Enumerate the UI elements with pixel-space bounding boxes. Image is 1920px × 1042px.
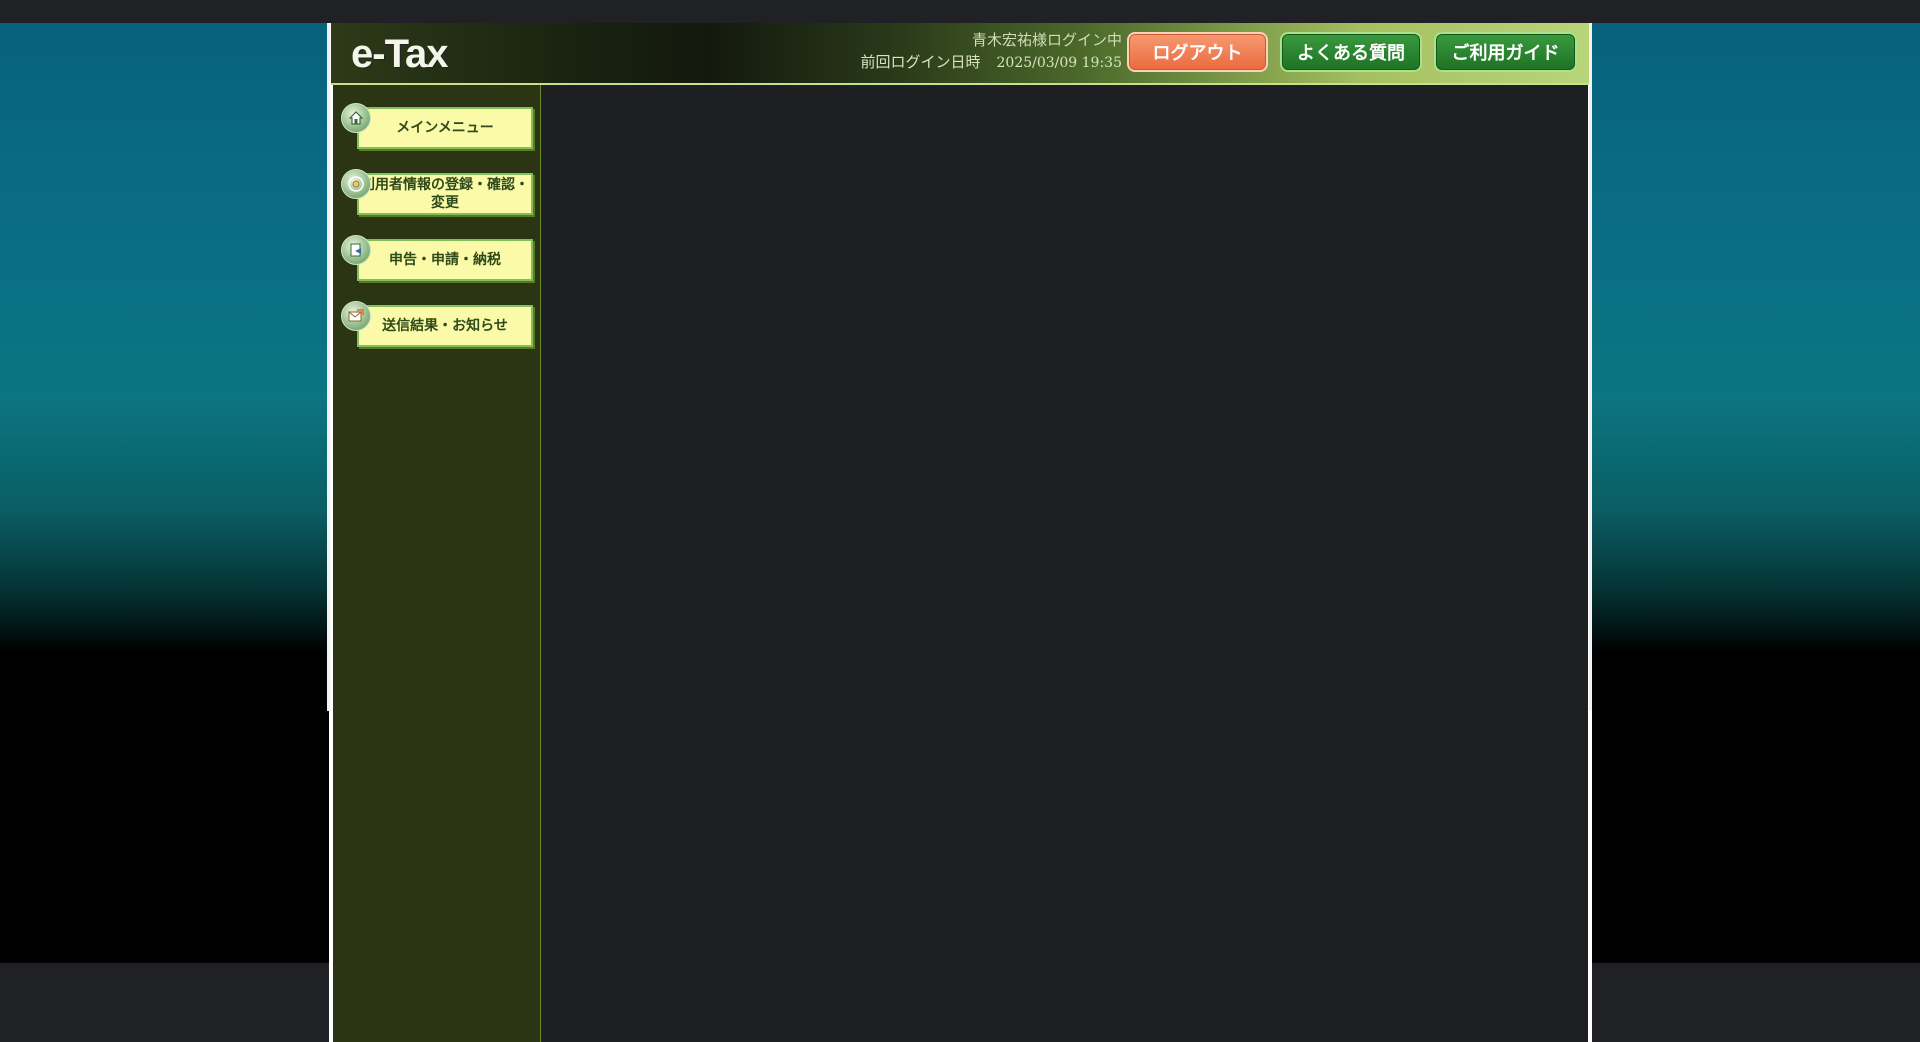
user-info-icon: [341, 169, 371, 199]
last-login-label: 前回ログイン日時: [860, 53, 981, 71]
mail-icon: [341, 301, 371, 331]
last-login: 前回ログイン日時 2025/03/09 19:35: [860, 51, 1122, 74]
sidebar-item-declaration[interactable]: 申告・申請・納税: [341, 235, 538, 285]
etax-logo[interactable]: e-Tax: [351, 32, 449, 77]
page: e-Tax 青木宏祐様ログイン中 前回ログイン日時 2025/03/09 19:3…: [0, 0, 1920, 1042]
sidebar-item-label[interactable]: 利用者情報の登録・確認・変更: [357, 173, 533, 215]
login-user-status: 青木宏祐様ログイン中: [971, 31, 1122, 49]
browser-top-strip: [0, 0, 1920, 23]
background-bottom-right: [1592, 963, 1920, 1042]
sidebar-item-main-menu[interactable]: メインメニュー: [341, 103, 538, 153]
sidebar-item-results[interactable]: 送信結果・お知らせ: [341, 301, 538, 351]
sidebar: メインメニュー 利用者情報の登録・確認・変更 申告・申請・納税 送信結果・お知ら…: [333, 85, 541, 1042]
declaration-icon: [341, 235, 371, 265]
login-info: 青木宏祐様ログイン中 前回ログイン日時 2025/03/09 19:35: [860, 29, 1122, 74]
sidebar-item-label[interactable]: 申告・申請・納税: [357, 239, 533, 281]
user-guide-button[interactable]: ご利用ガイド: [1434, 32, 1577, 72]
sidebar-item-label[interactable]: メインメニュー: [357, 107, 533, 149]
logout-button[interactable]: ログアウト: [1127, 32, 1268, 72]
sidebar-item-label[interactable]: 送信結果・お知らせ: [357, 305, 533, 347]
app-frame: e-Tax 青木宏祐様ログイン中 前回ログイン日時 2025/03/09 19:3…: [329, 23, 1592, 1042]
sidebar-item-user-info[interactable]: 利用者情報の登録・確認・変更: [341, 169, 538, 219]
main-content: [541, 85, 1588, 1042]
frame-edge-left: [327, 23, 330, 711]
header: e-Tax 青木宏祐様ログイン中 前回ログイン日時 2025/03/09 19:3…: [331, 23, 1590, 85]
last-login-time: 2025/03/09 19:35: [996, 55, 1123, 71]
frame-edge-right: [1589, 23, 1592, 711]
home-icon: [341, 103, 371, 133]
background-left: [0, 23, 330, 963]
background-bottom-left: [0, 963, 330, 1042]
faq-button[interactable]: よくある質問: [1280, 32, 1422, 72]
background-right: [1592, 23, 1920, 963]
